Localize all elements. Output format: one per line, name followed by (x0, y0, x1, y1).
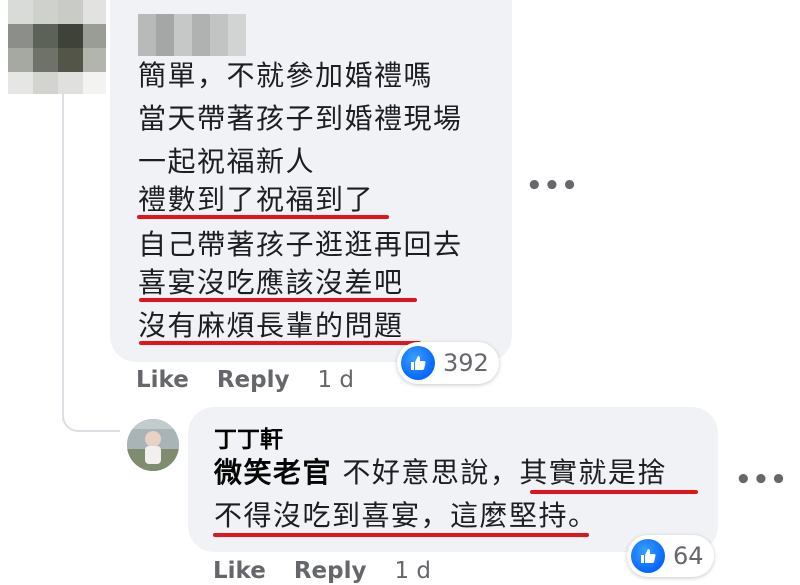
reaction-summary[interactable]: 392 (397, 342, 499, 384)
reply-button[interactable]: Reply (217, 367, 290, 393)
reply-text-line: 不得沒吃到喜宴，這麼堅持。 (214, 499, 598, 532)
reaction-count: 64 (673, 542, 704, 570)
more-options-icon[interactable]: ••• (526, 173, 579, 199)
like-button[interactable]: Like (136, 367, 189, 393)
like-button[interactable]: Like (213, 558, 266, 584)
comment-text-line: 一起祝福新人 (138, 145, 316, 178)
more-options-icon[interactable]: ••• (735, 467, 788, 493)
reply-actions: Like Reply 1 d (213, 558, 431, 584)
reply-button[interactable]: Reply (294, 558, 367, 584)
reply-timestamp[interactable]: 1 d (394, 558, 431, 584)
like-reaction-icon (401, 346, 435, 380)
comment-text-line: 簡單，不就參加婚禮嗎 (138, 59, 434, 92)
red-underline-annotation (530, 490, 698, 494)
red-underline-annotation (137, 215, 389, 219)
reaction-summary[interactable]: 64 (627, 535, 714, 577)
comment-text-line: 沒有麻煩長輩的問題 (138, 309, 404, 342)
comment-text-line: 喜宴沒吃應該沒差吧 (138, 266, 404, 299)
commenter-avatar-blurred[interactable] (8, 0, 106, 94)
comment-text-line: 當天帶著孩子到婚禮現場 (138, 102, 463, 135)
red-underline-annotation (139, 298, 417, 302)
comment-text-line: 禮數到了祝福到了 (138, 183, 375, 216)
reply-author-name[interactable]: 丁丁軒 (214, 420, 283, 454)
comment-text-line: 自己帶著孩子逛逛再回去 (138, 228, 463, 261)
comment-timestamp[interactable]: 1 d (317, 367, 354, 393)
reaction-count: 392 (443, 349, 489, 377)
commenter-name-blurred[interactable] (138, 14, 246, 56)
reply-author-avatar[interactable] (127, 419, 179, 471)
red-underline-annotation (139, 341, 421, 345)
comment-actions: Like Reply 1 d (136, 367, 354, 393)
thread-branch (62, 360, 120, 432)
mention-tag[interactable]: 微笑老官 (214, 456, 332, 489)
like-reaction-icon (631, 539, 665, 573)
red-underline-annotation (213, 533, 589, 537)
reply-text: 不好意思說，其實就是捨 (332, 456, 667, 489)
reply-text-line: 微笑老官 不好意思說，其實就是捨 (214, 453, 667, 493)
